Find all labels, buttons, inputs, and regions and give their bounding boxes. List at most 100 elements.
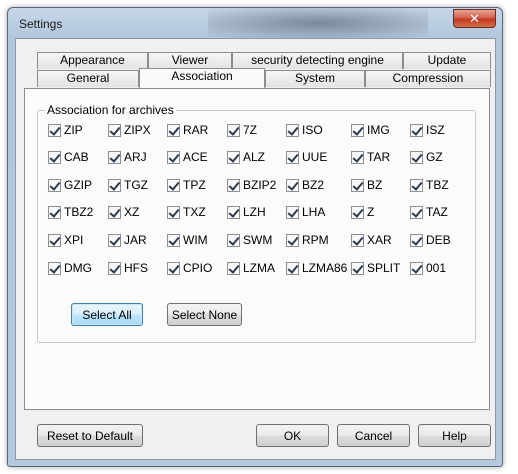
checkbox-checked-icon[interactable]	[286, 205, 299, 219]
checkbox-iso[interactable]: ISO	[286, 122, 323, 138]
checkbox-uue[interactable]: UUE	[286, 149, 327, 165]
checkbox-zipx[interactable]: ZIPX	[108, 122, 151, 138]
select-none-button[interactable]: Select None	[167, 303, 242, 326]
checkbox-lzh[interactable]: LZH	[227, 204, 266, 220]
checkbox-img[interactable]: IMG	[351, 122, 390, 138]
tab-general[interactable]: General	[37, 70, 139, 87]
checkbox-tpz[interactable]: TPZ	[167, 177, 206, 193]
checkbox-7z[interactable]: 7Z	[227, 122, 257, 138]
checkbox-checked-icon[interactable]	[351, 233, 364, 247]
checkbox-checked-icon[interactable]	[410, 261, 423, 275]
checkbox-checked-icon[interactable]	[167, 178, 180, 192]
checkbox-checked-icon[interactable]	[108, 178, 121, 192]
checkbox-xpi[interactable]: XPI	[48, 232, 83, 248]
checkbox-checked-icon[interactable]	[410, 233, 423, 247]
checkbox-checked-icon[interactable]	[48, 150, 61, 164]
checkbox-txz[interactable]: TXZ	[167, 204, 206, 220]
checkbox-checked-icon[interactable]	[48, 178, 61, 192]
checkbox-tar[interactable]: TAR	[351, 149, 390, 165]
close-button[interactable]: ✕	[453, 9, 496, 28]
checkbox-tgz[interactable]: TGZ	[108, 177, 148, 193]
checkbox-cab[interactable]: CAB	[48, 149, 89, 165]
checkbox-bz2[interactable]: BZ2	[286, 177, 324, 193]
tab-appearance[interactable]: Appearance	[37, 52, 148, 69]
checkbox-checked-icon[interactable]	[286, 123, 299, 137]
checkbox-checked-icon[interactable]	[351, 205, 364, 219]
reset-to-default-button[interactable]: Reset to Default	[37, 424, 143, 447]
checkbox-deb[interactable]: DEB	[410, 232, 451, 248]
checkbox-checked-icon[interactable]	[108, 123, 121, 137]
tab-system[interactable]: System	[265, 70, 365, 87]
checkbox-bz[interactable]: BZ	[351, 177, 382, 193]
title-bar[interactable]: Settings ✕	[8, 8, 502, 38]
checkbox-checked-icon[interactable]	[410, 205, 423, 219]
checkbox-checked-icon[interactable]	[167, 123, 180, 137]
checkbox-isz[interactable]: ISZ	[410, 122, 445, 138]
tab-update[interactable]: Update	[403, 52, 491, 69]
checkbox-z[interactable]: Z	[351, 204, 374, 220]
checkbox-checked-icon[interactable]	[48, 205, 61, 219]
checkbox-gzip[interactable]: GZIP	[48, 177, 92, 193]
checkbox-ace[interactable]: ACE	[167, 149, 208, 165]
checkbox-lha[interactable]: LHA	[286, 204, 325, 220]
cancel-button[interactable]: Cancel	[337, 424, 410, 447]
checkbox-lzma86[interactable]: LZMA86	[286, 260, 347, 276]
checkbox-checked-icon[interactable]	[227, 123, 240, 137]
checkbox-dmg[interactable]: DMG	[48, 260, 92, 276]
tab-compression[interactable]: Compression	[365, 70, 491, 87]
checkbox-taz[interactable]: TAZ	[410, 204, 448, 220]
checkbox-checked-icon[interactable]	[286, 261, 299, 275]
checkbox-checked-icon[interactable]	[410, 150, 423, 164]
checkbox-checked-icon[interactable]	[351, 178, 364, 192]
checkbox-checked-icon[interactable]	[48, 261, 61, 275]
checkbox-tbz[interactable]: TBZ	[410, 177, 449, 193]
checkbox-checked-icon[interactable]	[351, 123, 364, 137]
checkbox-checked-icon[interactable]	[227, 150, 240, 164]
checkbox-bzip2[interactable]: BZIP2	[227, 177, 276, 193]
checkbox-checked-icon[interactable]	[351, 150, 364, 164]
checkbox-checked-icon[interactable]	[167, 205, 180, 219]
checkbox-checked-icon[interactable]	[167, 261, 180, 275]
checkbox-checked-icon[interactable]	[108, 205, 121, 219]
checkbox-hfs[interactable]: HFS	[108, 260, 148, 276]
checkbox-checked-icon[interactable]	[410, 178, 423, 192]
checkbox-checked-icon[interactable]	[286, 233, 299, 247]
checkbox-checked-icon[interactable]	[108, 261, 121, 275]
checkbox-checked-icon[interactable]	[410, 123, 423, 137]
checkbox-checked-icon[interactable]	[48, 123, 61, 137]
checkbox-checked-icon[interactable]	[227, 261, 240, 275]
checkbox-checked-icon[interactable]	[227, 233, 240, 247]
checkbox-tbz2[interactable]: TBZ2	[48, 204, 93, 220]
tab-association[interactable]: Association	[139, 68, 265, 88]
checkbox-wim[interactable]: WIM	[167, 232, 208, 248]
ok-button[interactable]: OK	[256, 424, 329, 447]
checkbox-gz[interactable]: GZ	[410, 149, 443, 165]
checkbox-checked-icon[interactable]	[286, 178, 299, 192]
checkbox-checked-icon[interactable]	[167, 233, 180, 247]
checkbox-checked-icon[interactable]	[351, 261, 364, 275]
checkbox-zip[interactable]: ZIP	[48, 122, 83, 138]
checkbox-checked-icon[interactable]	[48, 233, 61, 247]
tab-security-detecting-engine[interactable]: security detecting engine	[232, 52, 403, 69]
checkbox-checked-icon[interactable]	[108, 150, 121, 164]
checkbox-cpio[interactable]: CPIO	[167, 260, 212, 276]
select-all-button[interactable]: Select All	[71, 303, 143, 326]
checkbox-001[interactable]: 001	[410, 260, 446, 276]
checkbox-rar[interactable]: RAR	[167, 122, 208, 138]
checkbox-xz[interactable]: XZ	[108, 204, 139, 220]
help-button[interactable]: Help	[418, 424, 491, 447]
checkbox-rpm[interactable]: RPM	[286, 232, 329, 248]
checkbox-checked-icon[interactable]	[227, 205, 240, 219]
checkbox-checked-icon[interactable]	[286, 150, 299, 164]
checkbox-checked-icon[interactable]	[167, 150, 180, 164]
checkbox-checked-icon[interactable]	[227, 178, 240, 192]
checkbox-xar[interactable]: XAR	[351, 232, 392, 248]
checkbox-alz[interactable]: ALZ	[227, 149, 265, 165]
checkbox-split[interactable]: SPLIT	[351, 260, 400, 276]
checkbox-arj[interactable]: ARJ	[108, 149, 147, 165]
checkbox-lzma[interactable]: LZMA	[227, 260, 275, 276]
checkbox-checked-icon[interactable]	[108, 233, 121, 247]
tab-viewer[interactable]: Viewer	[148, 52, 232, 69]
checkbox-jar[interactable]: JAR	[108, 232, 147, 248]
checkbox-swm[interactable]: SWM	[227, 232, 272, 248]
